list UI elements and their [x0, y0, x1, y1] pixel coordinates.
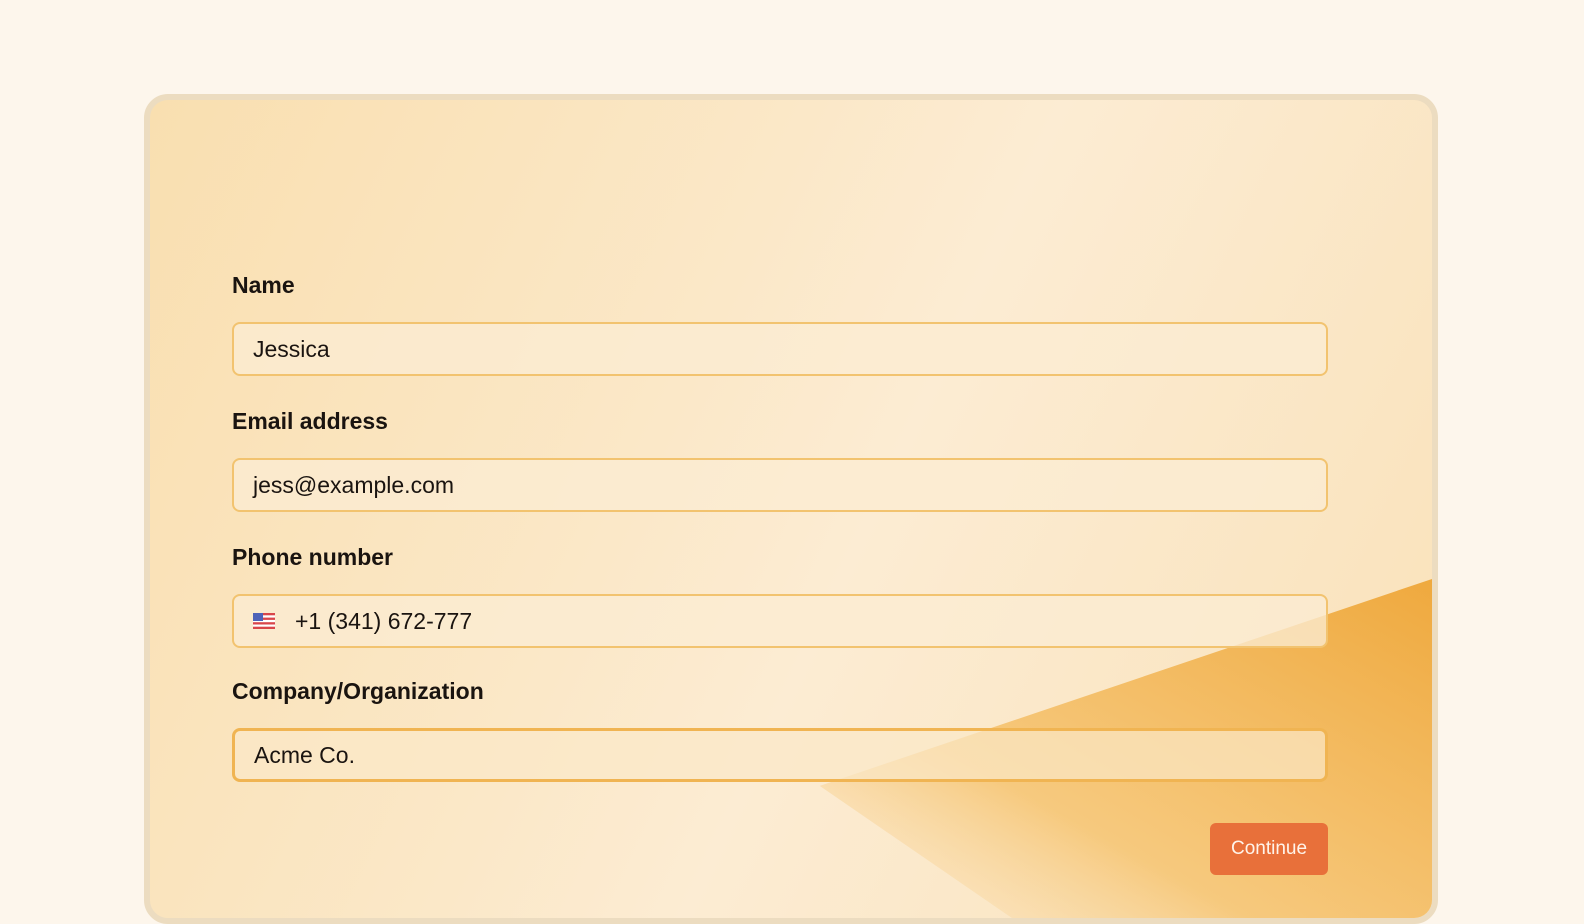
name-value: Jessica [253, 335, 330, 362]
company-value: Acme Co. [254, 741, 355, 768]
phone-input[interactable]: +1 (341) 672-777 [232, 594, 1328, 648]
continue-button[interactable]: Continue [1210, 823, 1328, 875]
email-label: Email address [232, 408, 388, 434]
signup-card: Name Jessica Email address jess@example.… [144, 94, 1438, 924]
us-flag-icon[interactable] [253, 613, 275, 629]
phone-value: +1 (341) 672-777 [295, 607, 473, 634]
company-label: Company/Organization [232, 678, 484, 704]
email-input[interactable]: jess@example.com [232, 458, 1328, 512]
email-value: jess@example.com [253, 471, 455, 498]
phone-label: Phone number [232, 544, 394, 570]
name-label: Name [232, 272, 295, 298]
name-input[interactable]: Jessica [232, 322, 1328, 376]
company-input[interactable]: Acme Co. [232, 728, 1328, 782]
